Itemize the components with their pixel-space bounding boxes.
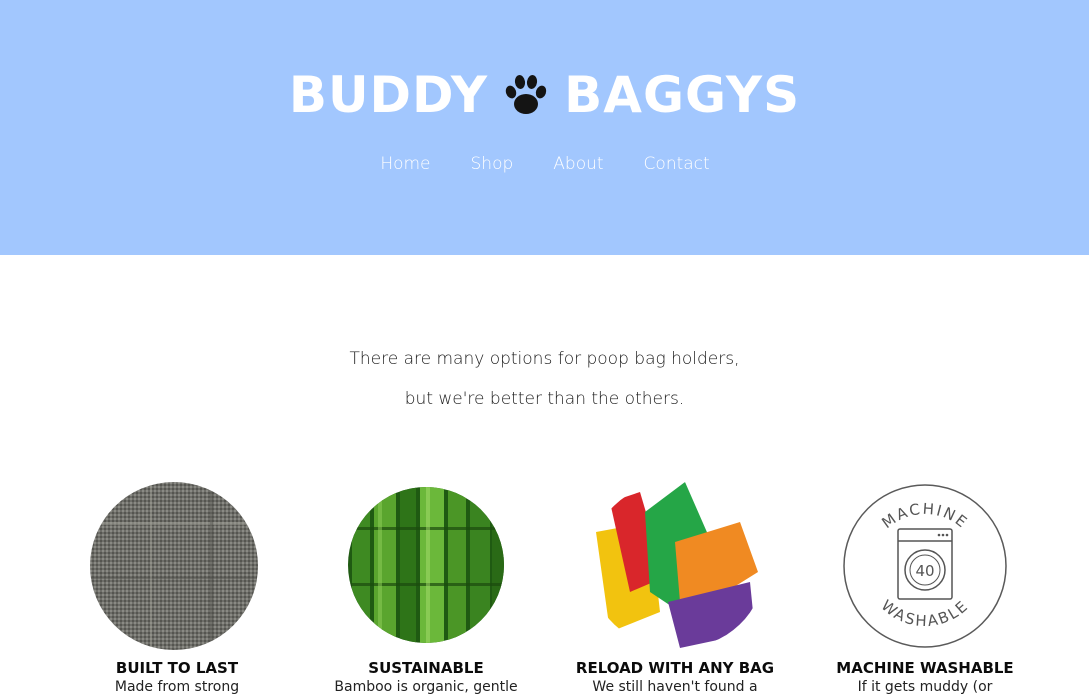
intro-text: There are many options for poop bag hold… (0, 339, 1089, 419)
intro-line-1: There are many options for poop bag hold… (349, 349, 740, 369)
feature-title: SUSTAINABLE (368, 659, 484, 677)
brand-word-left: BUDDY (288, 66, 489, 124)
main-nav: Home Shop About Contact (0, 150, 1089, 178)
nav-shop[interactable]: Shop (470, 150, 514, 178)
nav-about[interactable]: About (552, 150, 603, 178)
paw-print-icon (505, 75, 547, 114)
intro-line-2: but we're better than the others. (404, 389, 685, 409)
feature-text: If it gets muddy (or (857, 679, 993, 695)
fabric-texture-image (90, 482, 258, 650)
nav-home[interactable]: Home (379, 150, 430, 178)
feature-title: RELOAD WITH ANY BAG (575, 659, 775, 677)
feature-text: Bamboo is organic, gentle (334, 679, 518, 695)
site-header: BUDDY BAGGYS Home Shop About Contact (0, 0, 1089, 255)
feature-text: Made from strong (114, 679, 240, 695)
colored-bags-image (590, 482, 764, 648)
brand-word-right: BAGGYS (564, 66, 801, 124)
feature-text: We still haven't found a (592, 679, 758, 695)
feature-title: BUILT TO LAST (115, 659, 239, 677)
bamboo-image (348, 487, 504, 643)
nav-contact[interactable]: Contact (643, 150, 710, 178)
feature-title: MACHINE WASHABLE (836, 659, 1014, 677)
brand-logo[interactable]: BUDDY BAGGYS (0, 62, 1089, 128)
machine-washable-badge: MACHINE WASHABLE 40 (842, 483, 1008, 649)
badge-temperature: 40 (915, 562, 934, 580)
